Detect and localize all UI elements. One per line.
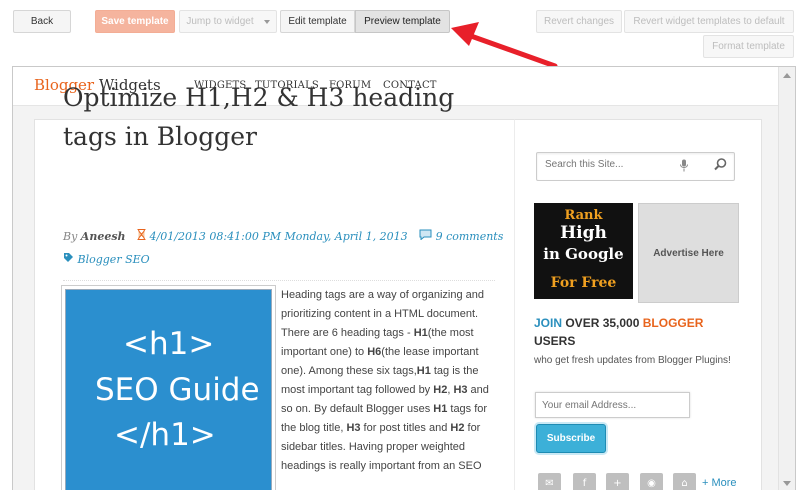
rss-icon[interactable]: ◉ (640, 473, 663, 490)
preview-scrollbar[interactable] (778, 67, 795, 490)
site-search-input[interactable] (545, 159, 675, 170)
email-icon[interactable]: ✉ (538, 473, 561, 490)
post-author[interactable]: Aneesh (81, 230, 126, 243)
home-icon[interactable]: ⌂ (673, 473, 696, 490)
author-prefix: By (63, 230, 81, 243)
comment-icon (419, 229, 436, 243)
image-text-open-tag: <h1> (123, 326, 215, 362)
post-date[interactable]: 4/01/2013 08:41:00 PM Monday, April 1, 2… (150, 230, 408, 243)
chevron-down-icon (263, 19, 270, 24)
save-template-button[interactable]: Save template (95, 10, 175, 33)
image-text-close-tag: </h1> (114, 417, 216, 453)
image-text-seo-guide: SEO Guide (95, 372, 260, 408)
annotation-arrow (451, 22, 558, 69)
newsletter-heading: JOIN OVER 35,000 BLOGGER USERS (534, 316, 704, 348)
rank-line-1: Rank (564, 208, 603, 223)
hourglass-icon (137, 229, 150, 243)
jump-to-widget-dropdown[interactable]: Jump to widget (179, 10, 277, 33)
search-icon[interactable] (714, 158, 727, 176)
rank-line-2: High (560, 223, 607, 243)
post-label-link[interactable]: Blogger SEO (78, 253, 150, 266)
rank-line-3: in Google (543, 245, 624, 263)
site-search-box (536, 152, 735, 181)
scroll-down-arrow-icon[interactable] (783, 481, 791, 486)
advertise-here-box[interactable]: Advertise Here (638, 203, 739, 303)
preview-template-button[interactable]: Preview template (355, 10, 450, 33)
post-body-text: Heading tags are a way of organizing and… (281, 289, 489, 472)
template-preview-frame: Blogger Widgets WIDGETS TUTORIALS FORUM … (12, 66, 796, 490)
google-plus-icon[interactable]: + (606, 473, 629, 490)
post-meta: By Aneesh 4/01/2013 08:41:00 PM Monday, … (63, 229, 503, 243)
format-template-button[interactable]: Format template (703, 35, 794, 58)
newsletter-subtext: who get fresh updates from Blogger Plugi… (534, 355, 731, 366)
post-labels: Blogger SEO (63, 252, 150, 266)
meta-divider (63, 280, 495, 281)
facebook-icon[interactable]: f (573, 473, 596, 490)
microphone-icon[interactable] (680, 159, 688, 177)
seo-guide-image: <h1> SEO Guide </h1> (65, 289, 272, 490)
jump-to-widget-label: Jump to widget (186, 16, 254, 27)
post-title[interactable]: Optimize H1,H2 & H3 heading tags in Blog… (63, 78, 503, 156)
tag-icon (63, 253, 78, 266)
newsletter-email-input[interactable] (535, 392, 690, 418)
more-social-link[interactable]: + More (702, 477, 737, 489)
subscribe-button[interactable]: Subscribe (536, 424, 606, 453)
edit-template-button[interactable]: Edit template (280, 10, 355, 33)
post-comments-link[interactable]: 9 comments (436, 230, 504, 243)
back-button[interactable]: Back (13, 10, 71, 33)
scroll-up-arrow-icon[interactable] (783, 73, 791, 78)
rank-high-ad-banner[interactable]: Rank High in Google For Free (534, 203, 633, 299)
revert-widget-templates-button[interactable]: Revert widget templates to default (624, 10, 794, 33)
rank-line-4: For Free (550, 275, 617, 291)
advertise-here-label: Advertise Here (653, 247, 724, 259)
